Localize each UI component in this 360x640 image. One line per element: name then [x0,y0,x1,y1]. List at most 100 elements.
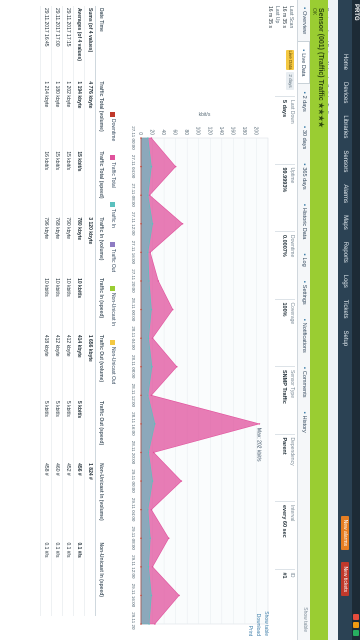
tab-live-data[interactable]: ▪ Live Data [298,41,310,85]
column-header[interactable]: Non-Unicast In (speed) [95,540,106,616]
data-point [150,594,153,597]
legend-label: Downtime [110,119,116,142]
table-cell: 10 kbit/s [73,276,85,333]
chart-action-link[interactable]: Print [246,600,254,636]
stat-item: Coverage 100% [275,298,295,366]
tab-icon: ▪ [301,91,307,94]
tab-label: Comments [301,370,307,398]
x-tick-label: 27.11 04:00 [131,155,136,179]
table-cell: 29.11.2017 17:15 [62,6,74,80]
tab-label: Live Data [300,53,307,77]
column-header[interactable]: Date Time [95,6,106,80]
alarm-badge[interactable]: New alarms [341,515,349,550]
nav-item-sensors[interactable]: Sensors [338,144,352,178]
column-header[interactable]: Traffic In (volume) [95,215,106,277]
ticket-badge[interactable]: New tickets [341,562,349,596]
legend-item[interactable]: Traffic Total [109,155,117,188]
table-cell [84,398,96,462]
stat-label: Coverage [289,302,295,325]
x-tick-label: 29.11 08:00 [131,527,136,551]
column-header[interactable]: Traffic Out (volume) [95,332,106,399]
x-tick-label: 29.11 16:00 [131,584,136,608]
data-point [150,137,153,139]
legend-item[interactable]: Non-Unicast Out [109,340,117,384]
data-point [147,566,150,568]
nav-item-logs[interactable]: Logs [338,269,352,294]
nav-item-home[interactable]: Home [338,48,352,76]
table-cell: 5 kbit/s [40,398,52,462]
status-green-icon[interactable] [353,630,359,636]
table-cell: 412 kbyte [51,332,63,399]
data-point [154,623,156,625]
tab-2-days[interactable]: ▪ 2 days [298,84,310,118]
data-point [180,480,183,482]
table-cell: 3 120 kbyte [84,215,96,277]
column-header[interactable]: Traffic Total (volume) [95,79,106,150]
tab-overview[interactable]: ▪ Overview [298,0,310,41]
legend-item[interactable]: Traffic In [109,201,117,228]
nav-item-setup[interactable]: Setup [338,325,352,353]
tab-comments[interactable]: ▪ Comments [298,360,310,405]
data-point [258,423,261,425]
last-up-value: 16 m 35 s [267,6,273,28]
nav-item-tickets[interactable]: Tickets [338,294,352,325]
legend-item[interactable]: Traffic Out [109,241,117,272]
nav-item-libraries[interactable]: Libraries [338,109,352,144]
x-tick-label: 28.11 20:00 [131,441,136,465]
table-cell: Averages (of 4 values) [73,6,85,80]
tab-log[interactable]: ▪ Log [298,246,310,273]
tab-365-days[interactable]: ▪ 365 days [298,156,310,196]
column-header[interactable]: Non-Unicast In (volume) [95,461,106,541]
table-cell: 0.1 #/s [51,540,63,616]
column-header[interactable]: Traffic Total (speed) [95,149,106,216]
column-header[interactable]: Traffic In (speed) [95,276,106,333]
show-table-link[interactable]: Show table [302,607,308,632]
chart-action-link[interactable]: Download [254,600,262,636]
two-days-button[interactable]: 2 days [286,72,294,90]
nav-item-alarms[interactable]: Alarms [338,178,352,209]
tab-icon: ▪ [301,125,307,128]
data-point [171,308,174,311]
last-scan-label: Last Scan [288,6,294,29]
stat-item: Downtime 0.0007% [275,231,295,299]
tab-30-days[interactable]: ▪ 30 days [298,119,310,156]
tab-historic-data[interactable]: ▪ Historic Data [298,197,310,247]
data-point [147,194,149,196]
page-title: Sensor (001) (Traffic) Traffic ★★★★ [317,8,324,128]
tab-icon: ▪ [301,318,307,321]
legend-swatch [110,241,116,247]
table-cell: 768 kbyte [51,215,63,277]
status-red-icon[interactable] [353,614,359,620]
stat-value: every 60 sec [281,505,287,538]
column-header[interactable]: Traffic Out (speed) [95,398,106,462]
y-tick-label: 80 [183,129,189,135]
stat-value: 0.0007% [281,235,287,257]
tab-history[interactable]: ▪ History [298,405,310,440]
chart-action-link[interactable]: Show table [262,600,270,636]
chart-legend: Downtime Traffic Total Traffic In Traffic O… [109,112,117,612]
legend-swatch [110,112,116,117]
tab-notifications[interactable]: ▪ Notifications [298,312,310,360]
legend-label: Non-Unicast In [110,292,116,327]
x-tick-label: 27.11 12:00 [131,212,136,236]
y-tick-label: 120 [206,127,212,136]
nav-item-maps[interactable]: Maps [338,209,352,236]
scan-info: Last Scan 16 m 35 s Last Up 16 m 35 s [266,6,294,50]
data-point [140,537,142,540]
status-orange-icon[interactable] [353,622,359,628]
legend-item[interactable]: Non-Unicast In [109,285,117,327]
legend-item[interactable]: Downtime [109,112,117,141]
legend-label: Traffic In [110,208,116,228]
data-point [151,480,154,482]
y-tick-label: 60 [172,129,178,135]
table-cell: 15 kbit/s [73,149,85,216]
data-point [140,623,142,625]
y-tick-label: 40 [160,129,166,135]
data-point [140,480,142,482]
legend-swatch [110,201,116,207]
y-tick-label: 160 [229,127,235,136]
live-data-button[interactable]: Live Data [286,50,294,70]
nav-item-reports[interactable]: Reports [338,236,352,269]
nav-item-devices[interactable]: Devices [338,76,352,109]
tab-settings[interactable]: ▪ Settings [298,274,310,312]
